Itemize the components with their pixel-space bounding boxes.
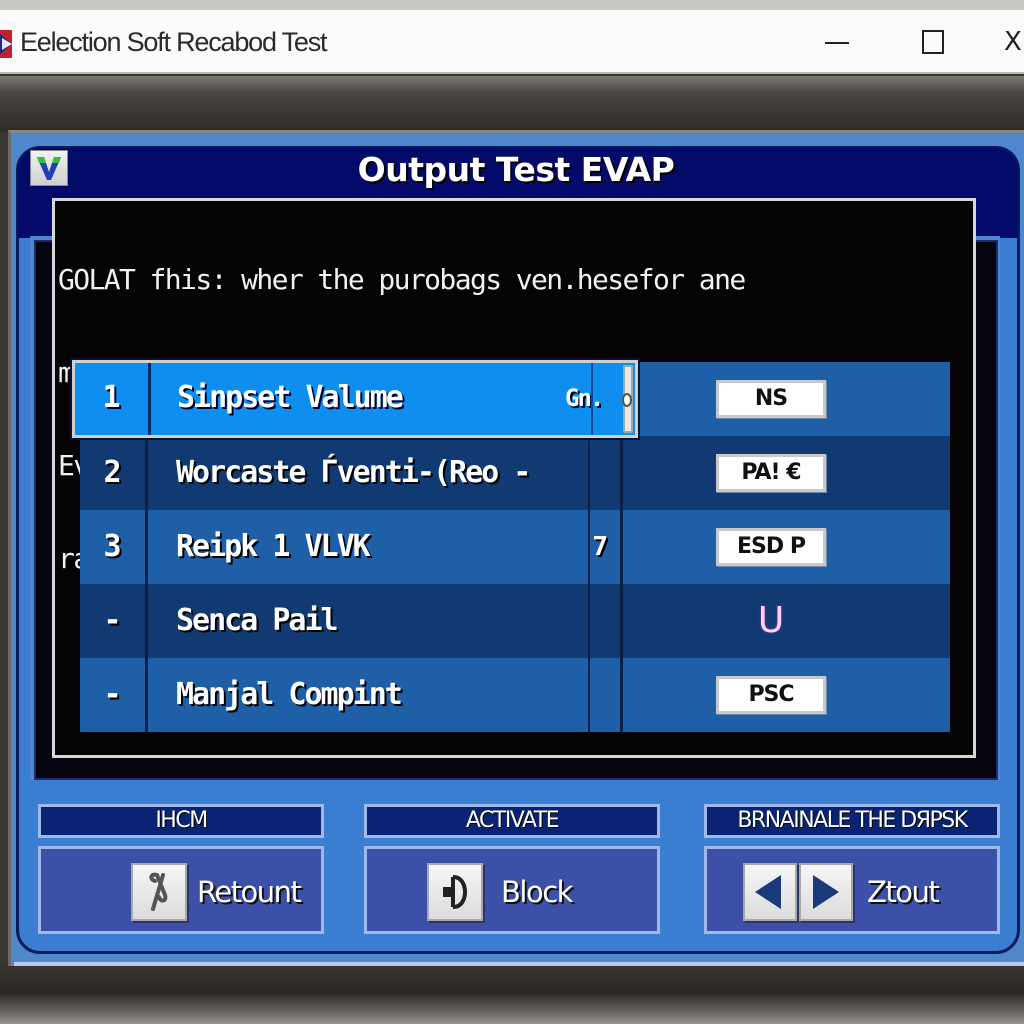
status-badge[interactable]: PA! €	[716, 454, 826, 492]
title-bar: Eelection Soft Recabod Test X	[0, 10, 1024, 74]
column-divider	[588, 658, 590, 732]
row-number: 3	[80, 510, 148, 584]
maximize-button[interactable]	[908, 22, 956, 62]
row-label: Sinpset Valume	[177, 380, 404, 415]
column-divider	[588, 436, 590, 510]
ztout-button[interactable]: Ztout	[704, 846, 1000, 934]
close-button[interactable]: X	[1004, 22, 1024, 62]
row-extra: Gn.	[565, 384, 604, 412]
row-label: Reipk 1 VLVK	[176, 529, 371, 564]
row-extra: 7	[592, 532, 608, 562]
row-label: Manjal Compint	[176, 677, 403, 712]
status-badge[interactable]: PSC	[716, 676, 826, 714]
row-label: Senca Pail	[176, 603, 339, 638]
row-scrollbar[interactable]	[622, 365, 633, 433]
column-divider	[620, 510, 623, 584]
outer-frame	[0, 0, 1024, 10]
column-divider	[588, 584, 590, 658]
row-number: -	[80, 584, 148, 658]
status-badge[interactable]: NS	[716, 380, 826, 418]
table-row[interactable]: 2 Worcaste Ѓventi-(Reo - PA! €	[80, 436, 950, 510]
left-arrow-icon[interactable]	[743, 863, 797, 921]
table-row[interactable]: 3 Reipk 1 VLVK 7 ESD P	[80, 510, 950, 584]
window-title: Eelection Soft Recabod Test	[20, 27, 328, 57]
selected-table-row[interactable]: 1 Sinpset Valume Gn.	[72, 360, 638, 438]
column-divider	[620, 436, 623, 510]
ztout-label: Ztout	[867, 875, 940, 909]
app-icon	[0, 30, 12, 58]
row-number: 1	[75, 363, 151, 435]
row-number: 2	[80, 436, 148, 510]
column-divider	[591, 363, 593, 435]
retount-button[interactable]: Retount	[38, 846, 324, 934]
block-label: Block	[501, 875, 573, 909]
panel-title: Output Test EVAP	[357, 150, 675, 189]
column-divider	[588, 510, 590, 584]
column-divider	[620, 584, 623, 658]
plug-icon	[427, 863, 483, 921]
console-line: GOLAT fhis: wher the purobags ven.hesefo…	[58, 263, 746, 296]
status-indicator: U	[757, 600, 785, 641]
right-arrow-icon[interactable]	[799, 863, 853, 921]
bezel-bottom	[0, 966, 1024, 1024]
block-button[interactable]: Block	[364, 846, 660, 934]
status-badge[interactable]: ESD P	[716, 528, 826, 566]
column-divider	[620, 658, 623, 732]
group-label-ihcm: IHCM	[38, 804, 324, 838]
row-label: Worcaste Ѓventi-(Reo -	[176, 455, 531, 490]
minimize-button[interactable]	[812, 22, 860, 62]
table-row[interactable]: - Senca Pail U	[80, 584, 950, 658]
row-number: -	[80, 658, 148, 732]
group-label-activate: ACTIVATE	[364, 804, 660, 838]
bezel-top	[0, 76, 1024, 132]
group-label-third: BRNAINALE THE DЯPSK	[704, 804, 1000, 838]
retount-label: Retount	[197, 875, 302, 909]
table-row[interactable]: - Manjal Compint PSC	[80, 658, 950, 732]
wrench-icon	[131, 863, 187, 921]
